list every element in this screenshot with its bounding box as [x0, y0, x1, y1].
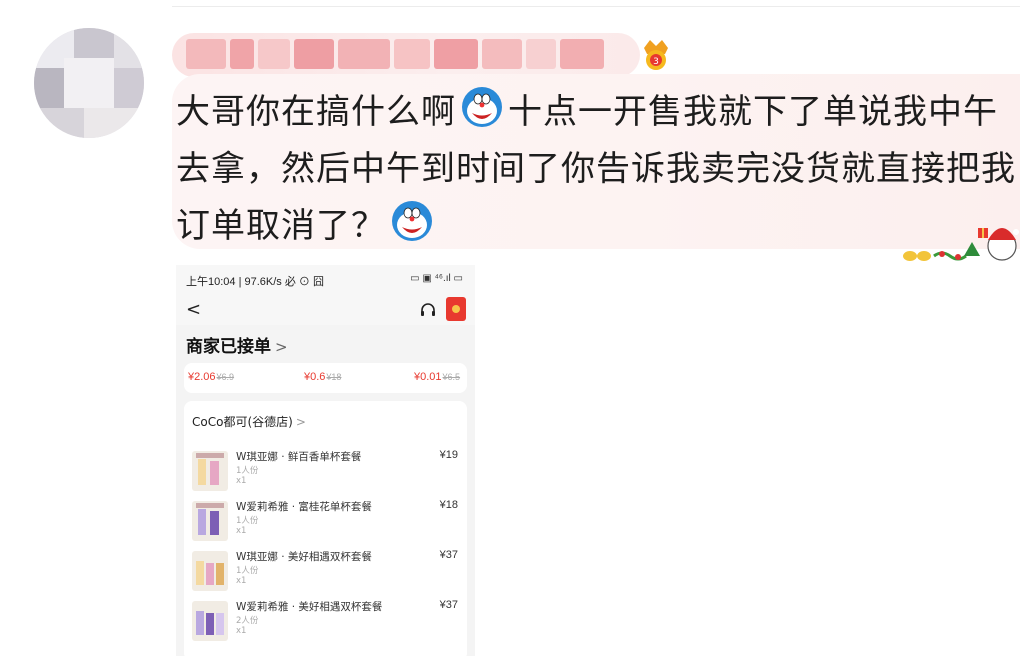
item-price: ¥19	[439, 449, 458, 461]
item-serving: 1人份	[236, 466, 259, 476]
top-divider	[172, 6, 1020, 7]
item-price: ¥18	[439, 499, 458, 511]
status-signal: ▭ ▣ ⁴⁶.ıl ▭	[410, 273, 463, 284]
svg-text:3: 3	[653, 57, 659, 67]
item-serving: 2人份	[236, 616, 259, 626]
item-qty: x1	[236, 476, 247, 486]
crown-medal-icon: 3	[644, 40, 668, 70]
status-time: 上午10:04 | 97.6K/s 必 ⊙ 囧	[186, 276, 324, 288]
headset-icon[interactable]	[420, 302, 436, 318]
list-item[interactable]: W爱莉希雅 · 富桂花单杯套餐 1人份 x1 ¥18	[192, 499, 462, 549]
avatar[interactable]	[34, 28, 144, 138]
doraemon-face-icon	[392, 201, 432, 241]
comment-text: 大哥你在搞什么啊 十点一开售我就下了单说我中午去拿，然后中午到时间了你告诉我卖完没…	[176, 84, 1016, 255]
phone-status-bar: 上午10:04 | 97.6K/s 必 ⊙ 囧 ▭ ▣ ⁴⁶.ıl ▭	[176, 265, 475, 293]
shop-name[interactable]: CoCo都可(谷德店) >	[192, 413, 306, 430]
order-status-label: 商家已接单	[186, 337, 271, 357]
back-icon[interactable]: <	[186, 299, 201, 320]
list-item[interactable]: W琪亚娜 · 鲜百香单杯套餐 1人份 x1 ¥19	[192, 449, 462, 499]
item-title: W琪亚娜 · 美好相遇双杯套餐	[236, 551, 372, 563]
item-title: W爱莉希雅 · 美好相遇双杯套餐	[236, 601, 383, 613]
doraemon-face-icon	[462, 87, 502, 127]
product-thumbnail	[192, 551, 228, 591]
username[interactable]	[172, 33, 640, 77]
item-serving: 1人份	[236, 566, 259, 576]
item-price: ¥37	[439, 549, 458, 561]
item-serving: 1人份	[236, 516, 259, 526]
price-summary-card: ¥2.06¥6.9 ¥0.6¥18 ¥0.01¥6.5	[184, 363, 467, 393]
product-thumbnail	[192, 501, 228, 541]
price-1: ¥2.06¥6.9	[188, 371, 235, 383]
chevron-right-icon: >	[295, 415, 306, 429]
phone-nav-bar: <	[176, 293, 475, 325]
item-qty: x1	[236, 526, 247, 536]
item-qty: x1	[236, 626, 247, 636]
christmas-sticker-icon	[903, 228, 1019, 261]
item-price: ¥37	[439, 599, 458, 611]
chevron-right-icon: >	[275, 338, 288, 356]
list-item[interactable]: W爱莉希雅 · 美好相遇双杯套餐 2人份 x1 ¥37	[192, 599, 462, 649]
order-screenshot[interactable]: 上午10:04 | 97.6K/s 必 ⊙ 囧 ▭ ▣ ⁴⁶.ıl ▭ < 商家…	[176, 265, 475, 656]
comment-text-part1: 大哥你在搞什么啊	[176, 92, 456, 132]
item-title: W琪亚娜 · 鲜百香单杯套餐	[236, 451, 362, 463]
red-packet-icon[interactable]	[446, 297, 466, 321]
price-3: ¥0.01¥6.5	[414, 371, 461, 383]
shop-card: CoCo都可(谷德店) > W琪亚娜 · 鲜百香单杯套餐 1人份 x1 ¥19 W…	[184, 401, 467, 656]
product-thumbnail	[192, 451, 228, 491]
price-2: ¥0.6¥18	[304, 371, 342, 383]
order-status[interactable]: 商家已接单 >	[186, 332, 288, 357]
product-thumbnail	[192, 601, 228, 641]
item-title: W爱莉希雅 · 富桂花单杯套餐	[236, 501, 372, 513]
item-qty: x1	[236, 576, 247, 586]
list-item[interactable]: W琪亚娜 · 美好相遇双杯套餐 1人份 x1 ¥37	[192, 549, 462, 599]
